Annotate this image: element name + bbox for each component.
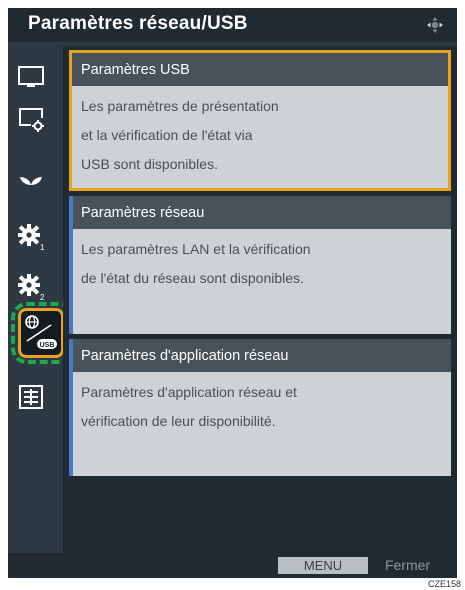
display-settings-icon[interactable]	[16, 104, 46, 134]
card-line: de l'état du réseau sont disponibles.	[81, 270, 304, 286]
window-title: Paramètres réseau/USB	[28, 13, 248, 34]
figure-code: CZE158	[427, 579, 461, 589]
network-usb-icon[interactable]: USB	[18, 308, 64, 358]
svg-text:USB: USB	[40, 342, 55, 349]
network-app-settings-card[interactable]: Paramètres d'application réseau Paramètr…	[69, 339, 451, 476]
card-line: Paramètres d'application réseau et	[81, 384, 297, 400]
network-settings-card[interactable]: Paramètres réseau Les paramètres LAN et …	[69, 196, 451, 334]
svg-text:2: 2	[40, 293, 45, 301]
display-icon[interactable]	[16, 62, 46, 92]
card-title: Paramètres réseau	[69, 196, 451, 229]
dpad-navigation-icon	[427, 17, 443, 33]
card-line: USB sont disponibles.	[81, 156, 218, 172]
card-line: Les paramètres LAN et la vérification	[81, 241, 311, 257]
usb-settings-card[interactable]: Paramètres USB Les paramètres de présent…	[69, 50, 451, 191]
card-accent-bar	[69, 196, 73, 334]
card-line: vérification de leur disponibilité.	[81, 413, 276, 429]
card-description: Les paramètres LAN et la vérification de…	[69, 229, 451, 334]
card-accent-bar	[69, 339, 73, 476]
card-line: et la vérification de l'état via	[81, 127, 253, 143]
settings-list: Paramètres USB Les paramètres de présent…	[63, 46, 457, 553]
svg-text:1: 1	[40, 243, 45, 251]
card-title: Paramètres USB	[72, 53, 448, 86]
card-description: Paramètres d'application réseau et vérif…	[69, 372, 451, 476]
close-button[interactable]: Fermer	[385, 557, 430, 573]
info-panel-icon[interactable]	[16, 382, 46, 412]
card-description: Les paramètres de présentation et la vér…	[72, 86, 448, 188]
card-line: Les paramètres de présentation	[81, 98, 279, 114]
menu-button[interactable]: MENU	[278, 557, 368, 574]
sidebar: 1 2	[8, 42, 52, 553]
eco-leaf-icon[interactable]	[16, 170, 46, 200]
footer-bar: MENU Fermer	[8, 553, 457, 578]
gear-1-icon[interactable]: 1	[16, 222, 46, 252]
card-title: Paramètres d'application réseau	[69, 339, 451, 372]
gear-2-icon[interactable]: 2	[16, 272, 46, 302]
title-bar: Paramètres réseau/USB	[8, 8, 457, 42]
settings-window: Paramètres réseau/USB 1 2 USB Paramètres…	[8, 8, 457, 578]
